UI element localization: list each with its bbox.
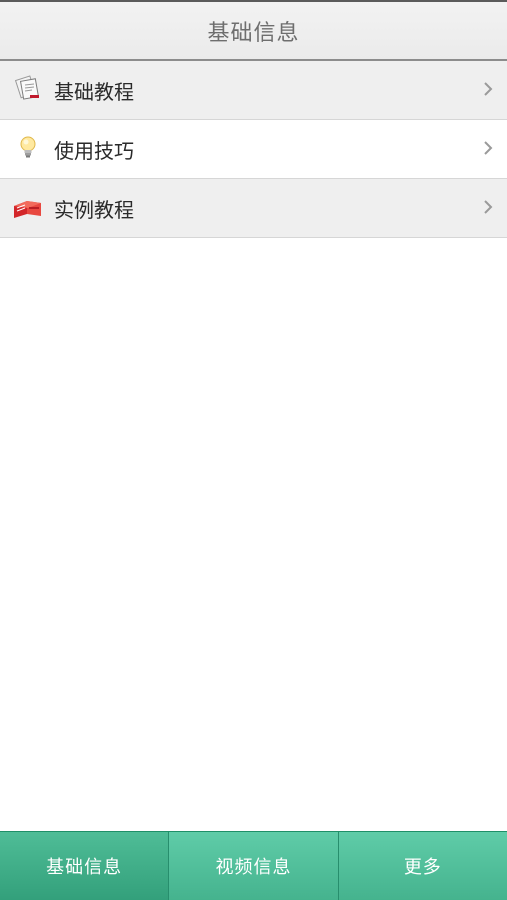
title-bar: 基础信息 (0, 0, 507, 61)
tab-label: 基础信息 (46, 857, 123, 878)
tab-basic-info[interactable]: 基础信息 (0, 832, 170, 900)
lightbulb-icon (20, 136, 36, 158)
chevron-right-icon (484, 141, 493, 155)
list-item-basic-tutorial[interactable]: 基础教程 (0, 61, 507, 120)
chevron-right-icon (484, 200, 493, 214)
tab-label: 视频信息 (215, 857, 292, 878)
list-item-label: 使用技巧 (54, 138, 134, 163)
list-item-label: 基础教程 (54, 79, 134, 104)
chevron-right-icon (484, 82, 493, 96)
document-icon (14, 75, 40, 100)
list-item-usage-tips[interactable]: 使用技巧 (0, 120, 507, 179)
tab-video-info[interactable]: 视频信息 (169, 832, 339, 900)
tab-more[interactable]: 更多 (338, 832, 507, 900)
tab-label: 更多 (403, 857, 442, 878)
list-item-example-tutorial[interactable]: 实例教程 (0, 179, 507, 238)
app: 基础信息 基础教程 使用技巧 实例教程 基础信息 视频信息 更多 (0, 0, 507, 900)
books-icon (14, 201, 41, 218)
bottom-tab-bar: 基础信息 视频信息 更多 (0, 831, 507, 900)
list-item-label: 实例教程 (54, 197, 134, 222)
page-title: 基础信息 (207, 20, 300, 46)
menu-list: 基础教程 使用技巧 实例教程 (0, 61, 507, 238)
